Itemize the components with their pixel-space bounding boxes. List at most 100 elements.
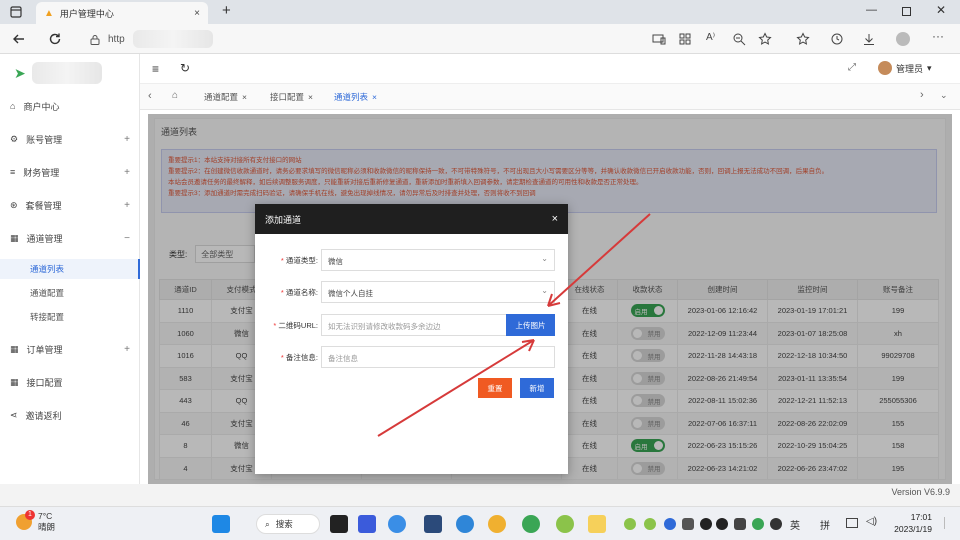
date: 2023/1/19 [894,524,932,534]
back-icon[interactable] [12,32,26,46]
chevron-down-icon: ▾ [927,62,932,73]
tab-channel-config[interactable]: 通道配置 × [198,89,253,105]
ime-lang[interactable]: 英 [790,517,800,532]
gear-icon: ⚙ [10,133,19,144]
browser-tab[interactable]: ▲ 用户管理中心 × [36,2,208,24]
refresh-icon[interactable] [48,32,62,46]
app-icon[interactable] [388,515,406,533]
reset-button[interactable]: 重置 [478,378,512,398]
field-label: * 通道名称: [263,287,318,298]
read-aloud-icon[interactable]: A⁾ [706,32,720,46]
window-menu-icon[interactable] [10,6,22,18]
history-icon[interactable] [830,32,844,46]
taskbar-search[interactable]: ⌕ 搜索 [256,514,320,534]
tabs-next-icon[interactable]: › [920,89,924,101]
home-tab-icon[interactable]: ⌂ [172,90,178,101]
weather-icon: 1 [16,510,35,530]
app-icon[interactable] [488,515,506,533]
tray-icon[interactable] [682,518,694,530]
channel-name-select[interactable]: 微信个人自挂 ⌄ [321,281,555,303]
qq-icon[interactable] [716,518,728,530]
add-button[interactable]: 新增 [520,378,554,398]
tray-icon[interactable] [644,518,656,530]
profile-avatar[interactable] [896,32,910,46]
menu-toggle-icon[interactable]: ≡ [152,62,159,76]
tray-icon[interactable] [734,518,746,530]
chevron-down-icon[interactable]: ⌄ [940,90,948,101]
sidebar-item-invite[interactable]: ⋖ 邀请返利 [0,404,140,426]
field-label-text: 二维码URL: [278,321,318,330]
maximize-button[interactable] [902,7,911,16]
reload-icon[interactable]: ↻ [180,61,190,75]
minimize-button[interactable]: — [866,4,877,16]
user-menu[interactable]: 管理员 ▾ [878,61,932,75]
tabs-prev-icon[interactable]: ‹ [148,90,152,102]
remark-input[interactable]: 备注信息 [321,346,555,368]
sidebar-item-label: 账号管理 [26,134,63,145]
more-icon[interactable]: ··· [932,29,946,43]
close-icon[interactable]: × [242,92,247,102]
taskbar: 1 7°C 晴朗 ⌕ 搜索 英 拼 ◁) 17:01 2023/1/19 [0,506,960,540]
wechat-icon[interactable] [522,515,540,533]
close-icon[interactable]: × [552,213,558,225]
tab-title: 用户管理中心 [59,8,114,19]
close-icon[interactable]: × [372,92,377,102]
edge-icon[interactable] [456,515,474,533]
favorite-add-icon[interactable] [758,32,772,46]
close-window-button[interactable]: ✕ [936,3,946,17]
expand-icon: + [124,166,130,178]
tab-channel-list[interactable]: 通道列表 × [328,89,383,105]
sidebar-sub-channel-config[interactable]: 通道配置 [0,283,140,303]
task-view-icon[interactable] [330,515,348,533]
sidebar-item-label: 邀请返利 [25,410,62,421]
channel-type-select[interactable]: 微信 ⌄ [321,249,555,271]
app-icon[interactable] [424,515,442,533]
app-icon[interactable] [556,515,574,533]
close-icon[interactable]: × [308,92,313,102]
sidebar-item-channel[interactable]: ▦ 通道管理 − [0,227,140,249]
dialog-header: 添加通道 × [255,204,568,234]
new-tab-button[interactable]: + [222,2,231,19]
volume-icon[interactable]: ◁) [866,516,877,527]
sidebar-item-account[interactable]: ⚙ 账号管理 + [0,128,140,150]
show-desktop-button[interactable] [944,517,952,529]
sidebar-item-api[interactable]: ▦ 接口配置 [0,371,140,393]
share-icon: ⋖ [10,409,18,420]
tab-close-icon[interactable]: × [194,8,200,19]
fullscreen-icon[interactable]: ⤢ [848,62,856,73]
clock[interactable]: 17:01 2023/1/19 [894,511,932,535]
sidebar-item-orders[interactable]: ▦ 订单管理 + [0,338,140,360]
sidebar: ➤ ⌂ 商户中心 ⚙ 账号管理 + ≡ 财务管理 + ⊛ 套餐管理 + ▦ 通道管理 − 通道列表… [0,54,140,484]
steam-icon[interactable] [770,518,782,530]
qrcode-url-input[interactable]: 如无法识别请修改收款码多余边边 [321,314,507,336]
sidebar-item-merchant[interactable]: ⌂ 商户中心 [0,95,140,117]
qq-icon[interactable] [700,518,712,530]
user-name: 管理员 [896,63,924,74]
tab-label: 接口配置 [270,92,305,102]
start-icon[interactable] [212,515,230,533]
tray-icon[interactable] [624,518,636,530]
sidebar-sub-channel-list[interactable]: 通道列表 [0,259,140,279]
add-channel-dialog: 添加通道 × * 通道类型: 微信 ⌄ * 通道名称: 微信个人自挂 ⌄ * 二维码… [255,204,568,474]
bluetooth-icon[interactable] [664,518,676,530]
sidebar-item-finance[interactable]: ≡ 财务管理 + [0,161,140,183]
app-icon[interactable] [358,515,376,533]
weather-widget[interactable]: 1 7°C 晴朗 [16,510,55,533]
download-icon[interactable] [862,32,876,46]
display-icon[interactable] [846,518,858,528]
screen-icon[interactable] [652,32,666,46]
sidebar-item-label: 通道管理 [26,233,63,244]
sidebar-item-package[interactable]: ⊛ 套餐管理 + [0,194,140,216]
upload-image-button[interactable]: 上传图片 [506,314,555,336]
ime-mode[interactable]: 拼 [820,517,830,532]
tray-icon[interactable] [752,518,764,530]
sidebar-sub-transfer-config[interactable]: 转接配置 [0,307,140,327]
url-bar[interactable]: http [80,28,640,50]
zoom-icon[interactable] [732,32,746,46]
tab-api-config[interactable]: 接口配置 × [264,89,319,105]
version-label: Version V6.9.9 [891,487,950,497]
favorites-icon[interactable] [796,32,810,46]
grid-app-icon[interactable] [678,32,692,46]
folder-icon[interactable] [588,515,606,533]
home-icon: ⌂ [10,101,16,111]
